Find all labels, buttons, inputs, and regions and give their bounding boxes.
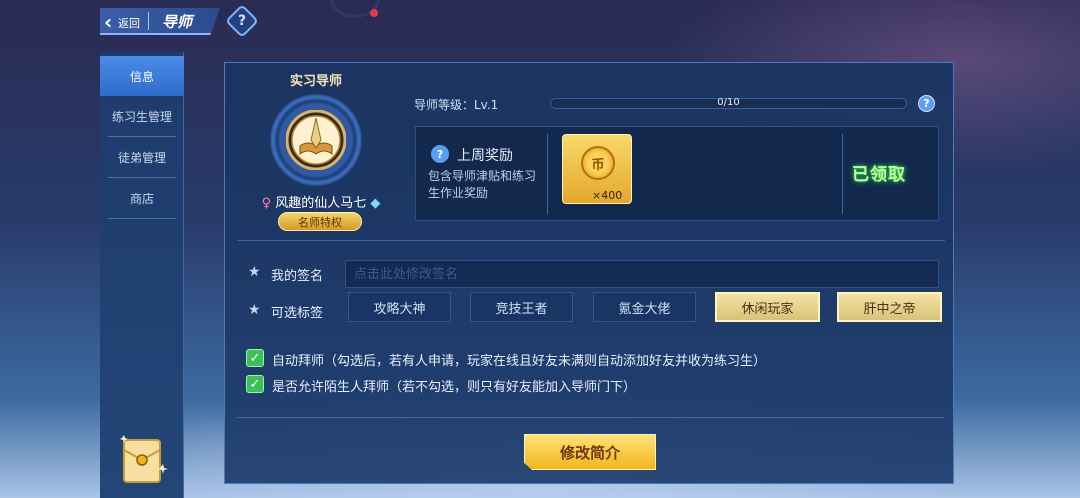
sidebar-item-disciple-management[interactable]: 徒弟管理 bbox=[100, 137, 184, 177]
tag-grind-emperor[interactable]: 肝中之帝 bbox=[837, 292, 942, 322]
sidebar-item-trainee-management[interactable]: 练习生管理 bbox=[100, 96, 184, 136]
section-divider bbox=[237, 240, 945, 241]
auto-accept-label: 自动拜师（勾选后，若有人申请，玩家在线且好友未满则自动添加好友并收为练习生） bbox=[272, 354, 767, 369]
reward-help-icon[interactable]: ? bbox=[431, 145, 449, 163]
allow-strangers-label: 是否允许陌生人拜师（若不勾选，则只有好友能加入导师门下） bbox=[272, 380, 637, 395]
sidebar-divider bbox=[108, 218, 176, 219]
female-icon: ♀ bbox=[261, 196, 272, 211]
tag-big-spender[interactable]: 氪金大佬 bbox=[593, 292, 696, 322]
mentor-rank-title: 实习导师 bbox=[289, 74, 342, 89]
edit-profile-button[interactable]: 修改简介 bbox=[524, 434, 656, 470]
level-progress-text: 0/10 bbox=[717, 97, 740, 108]
allow-strangers-checkbox[interactable]: ✓ bbox=[246, 375, 264, 393]
reward-description: 包含导师津贴和练习生作业奖励 bbox=[428, 169, 537, 200]
back-button[interactable]: 返回 bbox=[118, 15, 140, 31]
sidebar-item-shop[interactable]: 商店 bbox=[100, 178, 184, 218]
player-name: 风趣的仙人马七 bbox=[275, 196, 367, 211]
title-divider bbox=[148, 12, 149, 30]
reward-title: 上周奖励 bbox=[457, 148, 513, 164]
page-title: 导师 bbox=[162, 13, 193, 31]
star-icon: ★ bbox=[248, 264, 261, 280]
reward-count: ×400 bbox=[592, 189, 623, 202]
sidebar-item-info[interactable]: 信息 bbox=[100, 56, 184, 96]
tag-casual-player[interactable]: 休闲玩家 bbox=[715, 292, 820, 322]
privilege-badge[interactable]: 名师特权 bbox=[278, 212, 362, 231]
signature-label: 我的签名 bbox=[271, 269, 324, 284]
notification-dot bbox=[370, 9, 378, 17]
section-divider bbox=[237, 417, 945, 418]
reward-divider bbox=[842, 134, 843, 214]
star-icon: ★ bbox=[248, 302, 261, 318]
level-help-icon[interactable]: ? bbox=[918, 95, 935, 112]
tags-label: 可选标签 bbox=[271, 306, 324, 321]
reward-divider bbox=[547, 134, 548, 214]
tag-arena-king[interactable]: 竞技王者 bbox=[470, 292, 573, 322]
signature-input[interactable] bbox=[345, 260, 939, 288]
mentor-level-label: 导师等级：Lv.1 bbox=[414, 98, 499, 112]
coin-icon: 币 bbox=[581, 146, 615, 180]
diamond-icon: ◆ bbox=[370, 196, 381, 211]
auto-accept-checkbox[interactable]: ✓ bbox=[246, 349, 264, 367]
mentor-book-icon[interactable] bbox=[286, 110, 346, 170]
envelope-icon[interactable] bbox=[116, 434, 168, 486]
help-icon[interactable]: ? bbox=[230, 9, 254, 33]
claimed-status: 已领取 bbox=[852, 165, 906, 185]
back-arrow-icon[interactable]: ‹ bbox=[104, 10, 112, 34]
player-name-row: ♀ 风趣的仙人马七 ◆ bbox=[247, 192, 395, 211]
tag-strategy-master[interactable]: 攻略大神 bbox=[348, 292, 451, 322]
